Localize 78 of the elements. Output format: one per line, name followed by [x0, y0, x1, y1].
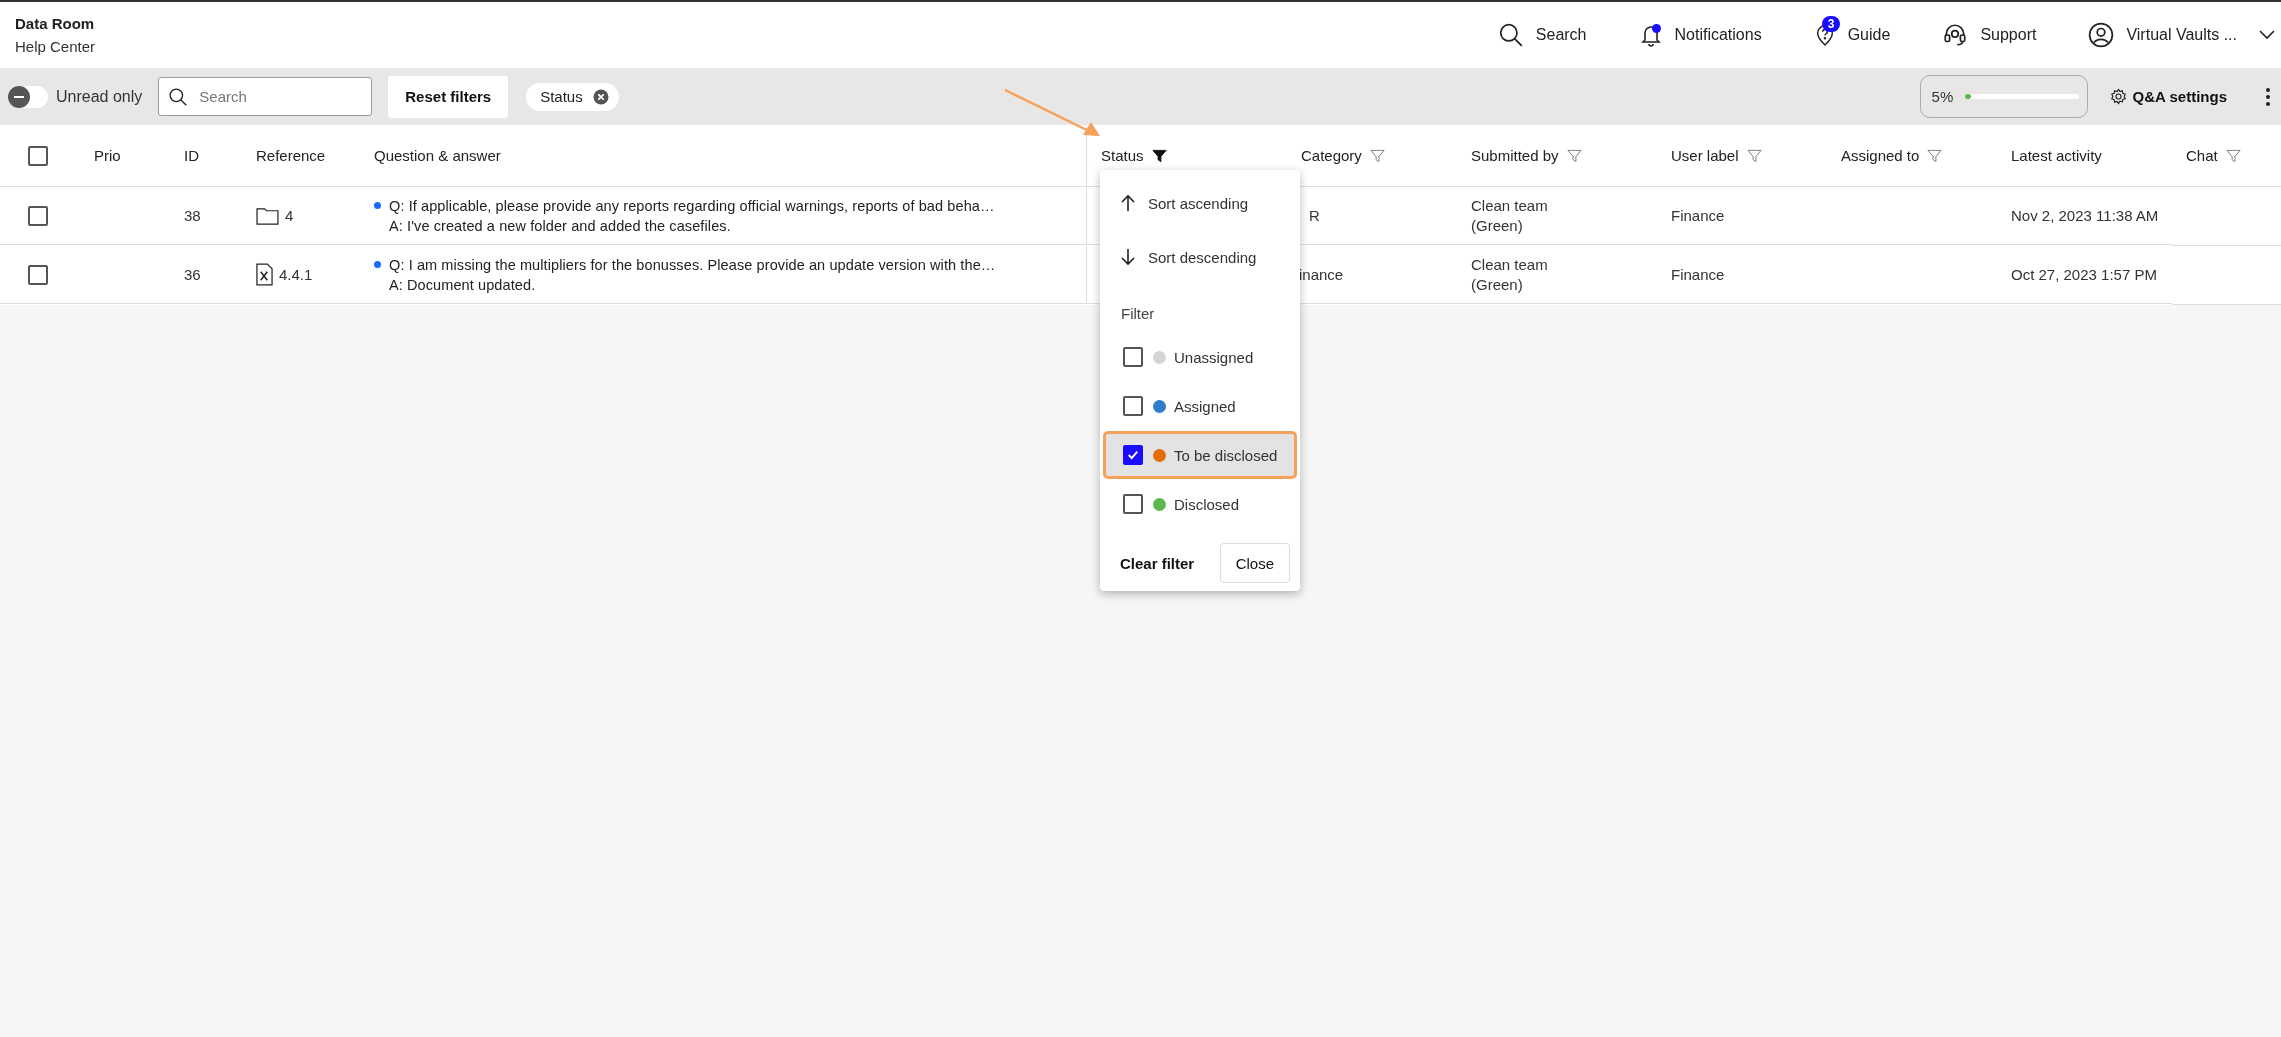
- filter-icon[interactable]: [2225, 148, 2241, 163]
- column-header[interactable]: Prio: [94, 147, 121, 164]
- menu-item[interactable]: Sort ascending: [1100, 176, 1300, 230]
- filter-icon[interactable]: [1566, 148, 1582, 163]
- user-label-cell: Finance: [1671, 207, 1725, 224]
- clear-filter-button[interactable]: Clear filter: [1120, 554, 1195, 572]
- filter-icon[interactable]: [1369, 148, 1385, 163]
- question-text: Q: I am missing the multipliers for the bonusses. Please provide an update version with the…: [389, 256, 996, 273]
- activity-date-cell: Nov 2, 2023 11:38 AM: [2011, 207, 2159, 224]
- id-cell: 38: [184, 207, 201, 224]
- filter-checkbox[interactable]: [1123, 445, 1143, 465]
- close-button[interactable]: Close: [1219, 543, 1290, 583]
- column-header[interactable]: Question & answer: [374, 147, 501, 164]
- search-field[interactable]: Search: [158, 77, 373, 116]
- column-header[interactable]: Chat: [2186, 147, 2218, 164]
- column-header[interactable]: User label: [1671, 147, 1739, 164]
- filter-option-label[interactable]: To be disclosed: [1174, 446, 1278, 464]
- nav-link[interactable]: Guide: [1847, 26, 1891, 44]
- arrow-up-icon: [1120, 194, 1136, 212]
- search-icon: [1497, 22, 1524, 48]
- app-subtitle: Help Center: [15, 38, 96, 55]
- toggle-label: Unread only: [56, 87, 143, 106]
- id-cell: 36: [184, 266, 201, 283]
- column-header[interactable]: Reference: [256, 147, 326, 164]
- count-badge: 3: [1821, 16, 1841, 32]
- remove-icon[interactable]: [592, 88, 609, 105]
- highlighted-option[interactable]: To be disclosed: [1103, 431, 1297, 479]
- reference-link[interactable]: 4.4.1: [279, 266, 313, 283]
- spreadsheet-file-icon: [256, 263, 273, 286]
- user-icon: [2088, 22, 2115, 48]
- submitter-cell-text: Clean team (Green): [1471, 195, 1549, 236]
- category-cell: inance: [1299, 266, 1344, 283]
- headset-icon: [1942, 22, 1969, 48]
- answer-text: A: I've created a new folder and added the casefiles.: [389, 217, 731, 234]
- check-icon: [1127, 449, 1139, 461]
- filter-option-label[interactable]: Unassigned: [1174, 348, 1254, 366]
- column-header[interactable]: Assigned to: [1841, 147, 1920, 164]
- filter-icon[interactable]: [1746, 148, 1762, 163]
- filter-heading: Filter: [1120, 304, 1156, 324]
- column-header[interactable]: Status: [1101, 147, 1144, 164]
- progress-reading: 5%: [1931, 88, 1954, 105]
- row-checkbox[interactable]: [28, 205, 48, 226]
- nav-link[interactable]: Support: [1980, 26, 2037, 44]
- toggle-switch[interactable]: [8, 85, 48, 108]
- category-cell: R: [1309, 207, 1320, 224]
- nav-link[interactable]: Notifications: [1674, 26, 1762, 44]
- filled-filter-icon[interactable]: [1151, 148, 1167, 163]
- answer-text: A: Document updated.: [389, 276, 536, 293]
- filter-checkbox[interactable]: [1123, 396, 1143, 416]
- qa-settings-button[interactable]: Q&A settings: [2109, 88, 2227, 105]
- nav-link[interactable]: Search: [1535, 26, 1587, 44]
- gear-icon: [2109, 88, 2127, 105]
- reference-link[interactable]: 4: [285, 207, 294, 224]
- more-icon[interactable]: [2265, 86, 2271, 107]
- folder-icon: [256, 206, 279, 225]
- filter-option-label[interactable]: Disclosed: [1174, 495, 1240, 513]
- arrow-down-icon: [1120, 248, 1136, 266]
- submitter-cell-text: Clean team (Green): [1471, 254, 1549, 295]
- account-link[interactable]: Virtual Vaults ...: [2126, 26, 2237, 44]
- filter-chip[interactable]: Status: [526, 82, 619, 111]
- filter-option-label[interactable]: Assigned: [1174, 397, 1236, 415]
- chevron-down-icon[interactable]: [2259, 30, 2275, 40]
- user-label-cell: Finance: [1671, 266, 1725, 283]
- row-checkbox[interactable]: [28, 264, 48, 285]
- activity-date-cell: Oct 27, 2023 1:57 PM: [2011, 266, 2157, 283]
- question-text: Q: If applicable, please provide any reports regarding official warnings, reports of bad beha…: [389, 197, 995, 214]
- menu-item[interactable]: Sort descending: [1100, 230, 1300, 284]
- column-header[interactable]: Category: [1301, 147, 1362, 164]
- column-header[interactable]: Submitted by: [1471, 147, 1559, 164]
- select-all-checkbox[interactable]: [28, 145, 48, 166]
- search-icon: [168, 87, 189, 107]
- column-header[interactable]: Latest activity: [2011, 147, 2102, 164]
- filter-icon[interactable]: [1927, 148, 1943, 163]
- filter-checkbox[interactable]: [1123, 347, 1143, 367]
- reset-filters-button[interactable]: Reset filters: [388, 75, 509, 118]
- column-header[interactable]: ID: [184, 147, 199, 164]
- app-title: Data Room: [15, 15, 96, 32]
- filter-checkbox[interactable]: [1123, 494, 1143, 514]
